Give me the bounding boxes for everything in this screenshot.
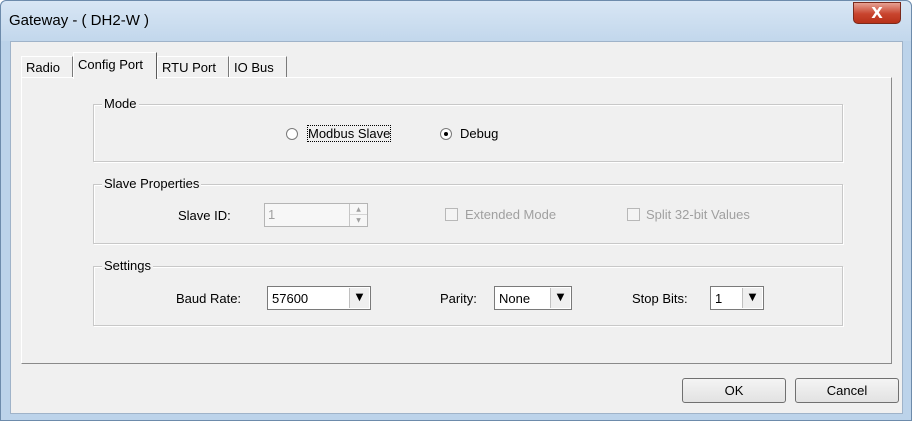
slave-id-spin-buttons: ▲ ▼ bbox=[349, 204, 367, 226]
chevron-down-icon[interactable]: ▼ bbox=[742, 288, 762, 308]
chevron-down-icon[interactable]: ▼ bbox=[550, 288, 570, 308]
parity-select[interactable]: None ▼ bbox=[494, 286, 572, 310]
tab-label: Config Port bbox=[78, 57, 144, 72]
close-icon: X bbox=[871, 4, 883, 22]
slave-properties-group-label: Slave Properties bbox=[102, 176, 202, 191]
slave-id-spinner[interactable]: 1 ▲ ▼ bbox=[264, 203, 368, 227]
settings-group: Settings Baud Rate: 57600 ▼ Parity: None… bbox=[93, 258, 843, 326]
debug-label[interactable]: Debug bbox=[460, 126, 498, 141]
split-32bit-label: Split 32-bit Values bbox=[646, 207, 750, 222]
arrow-down-icon[interactable]: ▼ bbox=[350, 215, 367, 226]
arrow-up-icon[interactable]: ▲ bbox=[350, 204, 367, 215]
slave-id-label: Slave ID: bbox=[178, 208, 231, 223]
stop-bits-select[interactable]: 1 ▼ bbox=[710, 286, 764, 310]
gateway-dialog: Gateway - ( DH2-W ) X Radio Config Port … bbox=[0, 0, 912, 421]
mode-group: Mode Modbus Slave Debug bbox=[93, 96, 843, 162]
tab-radio[interactable]: Radio bbox=[21, 56, 73, 78]
tab-io-bus[interactable]: IO Bus bbox=[229, 56, 287, 78]
config-port-panel: Mode Modbus Slave Debug Slave Properties… bbox=[21, 77, 892, 364]
tab-label: IO Bus bbox=[234, 60, 274, 75]
debug-radio[interactable] bbox=[440, 128, 452, 140]
tab-rtu-port[interactable]: RTU Port bbox=[157, 56, 229, 78]
parity-value: None bbox=[499, 291, 531, 306]
extended-mode-checkbox[interactable] bbox=[445, 208, 458, 221]
cancel-button[interactable]: Cancel bbox=[795, 378, 899, 403]
chevron-down-icon[interactable]: ▼ bbox=[349, 288, 369, 308]
close-button[interactable]: X bbox=[853, 2, 901, 24]
tab-config-port[interactable]: Config Port bbox=[73, 52, 157, 79]
baud-rate-label: Baud Rate: bbox=[176, 291, 242, 306]
split-32bit-checkbox[interactable] bbox=[627, 208, 640, 221]
ok-button[interactable]: OK bbox=[682, 378, 786, 403]
title-bar[interactable]: Gateway - ( DH2-W ) X bbox=[1, 1, 911, 41]
parity-label: Parity: bbox=[440, 291, 477, 306]
dialog-body: Radio Config Port RTU Port IO Bus Mode M… bbox=[10, 41, 903, 414]
window-title: Gateway - ( DH2-W ) bbox=[9, 12, 150, 29]
baud-rate-select[interactable]: 57600 ▼ bbox=[267, 286, 371, 310]
stop-bits-value: 1 bbox=[715, 291, 723, 306]
extended-mode-label: Extended Mode bbox=[465, 207, 557, 222]
slave-id-value: 1 bbox=[268, 207, 276, 222]
modbus-slave-radio[interactable] bbox=[286, 128, 298, 140]
stop-bits-label: Stop Bits: bbox=[632, 291, 688, 306]
baud-rate-value: 57600 bbox=[272, 291, 309, 306]
settings-group-label: Settings bbox=[102, 258, 153, 273]
mode-group-label: Mode bbox=[102, 96, 139, 111]
tab-label: Radio bbox=[26, 60, 60, 75]
modbus-slave-label[interactable]: Modbus Slave bbox=[306, 125, 392, 142]
tab-label: RTU Port bbox=[162, 60, 216, 75]
slave-properties-group: Slave Properties Slave ID: 1 ▲ ▼ Extende… bbox=[93, 176, 843, 244]
